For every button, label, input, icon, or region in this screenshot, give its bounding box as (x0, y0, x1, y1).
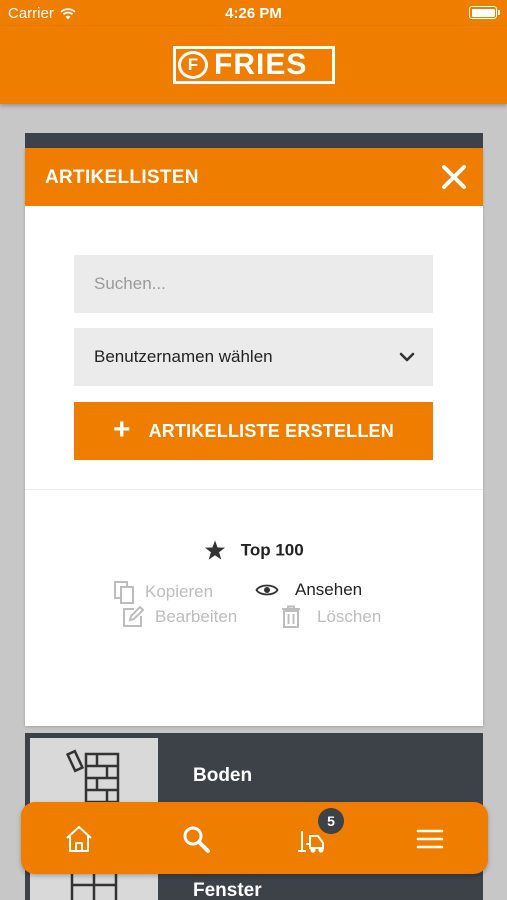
username-select[interactable]: Benutzernamen wählen (74, 328, 433, 386)
search-input[interactable] (74, 255, 433, 313)
chevron-down-icon (399, 352, 415, 362)
category-label: Fenster (193, 880, 262, 900)
app-header: F FRIES (0, 26, 507, 104)
trash-icon (282, 605, 300, 628)
copy-label: Kopieren (145, 582, 214, 601)
nav-home-button[interactable] (62, 822, 96, 856)
article-list-entry: Top 100 (25, 540, 483, 561)
close-button[interactable] (439, 162, 469, 192)
create-article-list-button[interactable]: + ARTIKELLISTE ERSTELLEN (74, 402, 433, 460)
eye-icon (255, 584, 279, 596)
battery-icon (469, 6, 500, 19)
nav-search-button[interactable] (179, 822, 213, 856)
search-icon (183, 826, 210, 853)
close-icon (442, 165, 466, 189)
modal-header: ARTIKELLISTEN (25, 148, 483, 206)
divider (25, 489, 483, 490)
edit-action[interactable]: Bearbeiten (121, 605, 237, 629)
cart-count-badge: 5 (318, 808, 344, 834)
username-select-label: Benutzernamen wählen (94, 347, 273, 366)
star-icon[interactable] (204, 540, 226, 561)
delete-action[interactable]: Löschen (281, 605, 381, 629)
create-button-label: ARTIKELLISTE ERSTELLEN (148, 420, 394, 441)
status-bar: Carrier 4:26 PM (0, 0, 507, 26)
view-action[interactable]: Ansehen (255, 580, 362, 600)
screen: Carrier 4:26 PM F FRIES Boden Fenster AR… (0, 0, 507, 900)
copy-action[interactable]: Kopieren (113, 580, 213, 604)
home-icon (66, 826, 92, 852)
nav-menu-button[interactable] (413, 822, 447, 856)
edit-label: Bearbeiten (155, 607, 238, 626)
category-label: Boden (193, 765, 253, 786)
clock: 4:26 PM (225, 5, 282, 22)
article-lists-modal: ARTIKELLISTEN Benutzernamen wählen + ART… (25, 148, 483, 726)
edit-icon (123, 605, 145, 627)
modal-title: ARTIKELLISTEN (45, 167, 199, 188)
plus-icon: + (113, 413, 131, 446)
logo-text: FRIES (214, 48, 308, 81)
view-label: Ansehen (295, 580, 363, 599)
fries-logo[interactable]: F FRIES (173, 46, 335, 84)
article-list-name: Top 100 (240, 540, 304, 560)
hamburger-menu-icon (416, 829, 444, 849)
delete-label: Löschen (317, 607, 382, 626)
copy-icon (114, 581, 134, 604)
bottom-navigation: 5 (21, 802, 488, 874)
logo-mark-icon: F (178, 51, 208, 79)
